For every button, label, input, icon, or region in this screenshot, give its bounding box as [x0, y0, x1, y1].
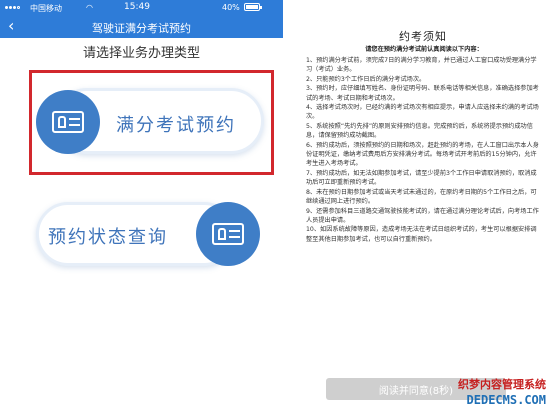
notice-item: 7、预约成功后，如无法如期参加考试，请至少提前3个工作日申请取消预约，取消成功后…	[306, 169, 537, 187]
notice-item: 2、只能预约3个工作日后的满分考试场次。	[306, 75, 426, 83]
notice-item: 8、未在预约日期参加考试或当天考试未通过的，在原约考日期的5个工作日之后，可继续…	[306, 188, 537, 206]
button-label: 满分考试预约	[116, 115, 236, 136]
card-line	[69, 124, 80, 126]
watermark-text-bottom: DEDECMS.COM	[466, 393, 546, 407]
phone-screen-booking: 中国移动 ◠ 15:49 40% ‹ 驾驶证满分考试预约 请选择业务办理类型 满…	[0, 0, 283, 412]
notice-body: 1、预约满分考试前，须完成7日的满分学习教育，并已通过人工窗口成功受理满分学习（…	[306, 56, 542, 244]
card-line	[229, 236, 240, 238]
page-title: 驾驶证满分考试预约	[92, 22, 191, 35]
watermark: 织梦内容管理系统 DEDECMS.COM	[405, 376, 548, 410]
watermark-text-top: 织梦内容管理系统	[458, 378, 546, 391]
signal-icon	[5, 3, 21, 12]
card-line	[229, 230, 240, 232]
wifi-icon: ◠	[86, 3, 93, 12]
card-line	[69, 118, 80, 120]
notice-item: 9、还需参加科目三道路交通驾驶技能考试的，请在通过满分理论考试后，向考场工作人员…	[306, 207, 539, 224]
avatar-glyph	[218, 228, 226, 240]
id-card-icon	[36, 90, 100, 154]
status-time: 15:49	[124, 2, 150, 12]
id-card-icon	[196, 202, 260, 266]
battery-percent: 40%	[222, 3, 240, 12]
button-label: 预约状态查询	[48, 227, 168, 248]
notice-subtitle: 请您在预约满分考试前认真阅读以下内容：	[365, 46, 483, 53]
avatar-glyph	[58, 116, 66, 128]
notice-item: 10、如因系统故障等原因，造成考场无法在考试日组织考试的，考生可以根据安排调整至…	[306, 226, 537, 243]
notice-item: 1、预约满分考试前，须完成7日的满分学习教育，并已通过人工窗口成功受理满分学习（…	[306, 57, 537, 74]
status-bar: 中国移动 ◠ 15:49 40%	[0, 0, 283, 16]
booking-status-query-button[interactable]: 预约状态查询	[36, 190, 276, 280]
notice-title: 约考须知	[399, 30, 447, 43]
nav-bar: ‹ 驾驶证满分考试预约	[0, 16, 283, 38]
carrier-name: 中国移动	[30, 4, 62, 13]
card-glyph	[212, 223, 244, 245]
notice-item: 4、选择考试场次时，已经约满的考试场次有相应提示，申请人应选择未约满的考试场次。	[306, 104, 539, 121]
section-title: 请选择业务办理类型	[82, 46, 200, 61]
full-score-exam-booking-button[interactable]: 满分考试预约	[36, 78, 266, 168]
notice-item: 5、系统按照“先约先排”的原则安排预约信息。完成预约后，系统将提示预约成功信息，…	[306, 122, 533, 140]
card-glyph	[52, 111, 84, 133]
battery-icon	[244, 3, 262, 11]
notice-item: 6、预约成功后，须按照预约的日期和场次，赶赴预约的考场，在人工窗口出示本人身份证…	[306, 141, 539, 168]
phone-screen-notice: 约考须知 请您在预约满分考试前认真阅读以下内容： 1、预约满分考试前，须完成7日…	[296, 0, 550, 412]
notice-item: 3、预约时，应仔细填写姓名、身份证明号码、联系电话等相关信息，准确选择参加考试的…	[306, 85, 539, 102]
